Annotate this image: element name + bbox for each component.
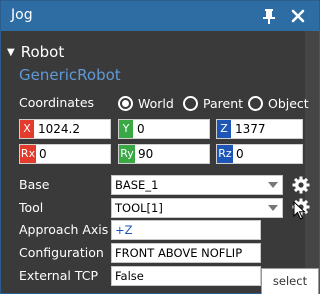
configuration-label: Configuration	[19, 245, 104, 260]
base-dropdown[interactable]: BASE_1	[111, 175, 283, 195]
radio-world[interactable]: World	[118, 94, 174, 112]
y-field[interactable]: Y 0	[118, 119, 210, 139]
approach-axis-label: Approach Axis	[19, 222, 109, 237]
coordinates-label: Coordinates	[19, 95, 95, 110]
base-dropdown-caret-icon[interactable]	[268, 182, 278, 188]
radio-parent-label: Parent	[203, 95, 244, 111]
x-value: 1024.2	[38, 122, 80, 136]
rx-value: 0	[39, 147, 47, 161]
approach-axis-value: +Z	[115, 223, 133, 237]
external-tcp-value: False	[115, 269, 144, 283]
approach-axis-field[interactable]: +Z	[111, 220, 261, 240]
radio-object-indicator[interactable]	[248, 95, 263, 111]
close-icon[interactable]	[288, 6, 308, 26]
radio-world-indicator[interactable]	[118, 95, 133, 111]
z-field[interactable]: Z 1377	[216, 119, 303, 139]
gear-icon[interactable]	[291, 175, 311, 195]
tool-label: Tool	[19, 200, 44, 215]
robot-name: GenericRobot	[19, 66, 121, 84]
title-bar: Jog	[1, 1, 319, 31]
radio-parent-indicator[interactable]	[183, 95, 198, 111]
external-tcp-label: External TCP	[19, 268, 99, 283]
tool-dropdown-caret-icon[interactable]	[268, 205, 278, 211]
tool-value: TOOL[1]	[115, 201, 163, 215]
rz-field[interactable]: Rz 0	[216, 144, 303, 164]
radio-object[interactable]: Object	[248, 94, 309, 112]
mouse-cursor-icon	[293, 201, 306, 220]
rx-tag: Rx	[20, 145, 36, 163]
configuration-value: FRONT ABOVE NOFLIP	[115, 246, 243, 260]
tooltip: select	[261, 268, 319, 294]
collapse-arrow-icon[interactable]: ▼	[7, 47, 15, 58]
tool-dropdown[interactable]: TOOL[1]	[111, 198, 283, 218]
window-title: Jog	[11, 7, 33, 23]
rx-field[interactable]: Rx 0	[19, 144, 111, 164]
radio-world-label: World	[138, 95, 174, 111]
z-value: 1377	[235, 122, 266, 136]
scrollbar[interactable]	[305, 31, 319, 293]
base-label: Base	[19, 177, 50, 192]
radio-object-label: Object	[268, 95, 309, 111]
rz-tag: Rz	[217, 145, 233, 163]
z-tag: Z	[217, 120, 231, 138]
rz-value: 0	[236, 147, 244, 161]
radio-parent[interactable]: Parent	[183, 94, 243, 112]
base-value: BASE_1	[115, 178, 159, 192]
ry-tag: Ry	[119, 145, 135, 163]
external-tcp-dropdown[interactable]: False	[111, 266, 261, 286]
y-value: 0	[137, 122, 145, 136]
configuration-field[interactable]: FRONT ABOVE NOFLIP	[111, 243, 261, 263]
ry-value: 90	[138, 147, 154, 161]
x-tag: X	[20, 120, 34, 138]
ry-field[interactable]: Ry 90	[118, 144, 210, 164]
jog-panel: Jog ▼ Robot GenericRobot Coordinates Worl…	[0, 0, 320, 294]
robot-section-label: Robot	[20, 43, 65, 61]
pin-icon[interactable]	[259, 6, 279, 26]
y-tag: Y	[119, 120, 133, 138]
robot-section-header[interactable]: ▼ Robot	[7, 43, 64, 61]
x-field[interactable]: X 1024.2	[19, 119, 111, 139]
